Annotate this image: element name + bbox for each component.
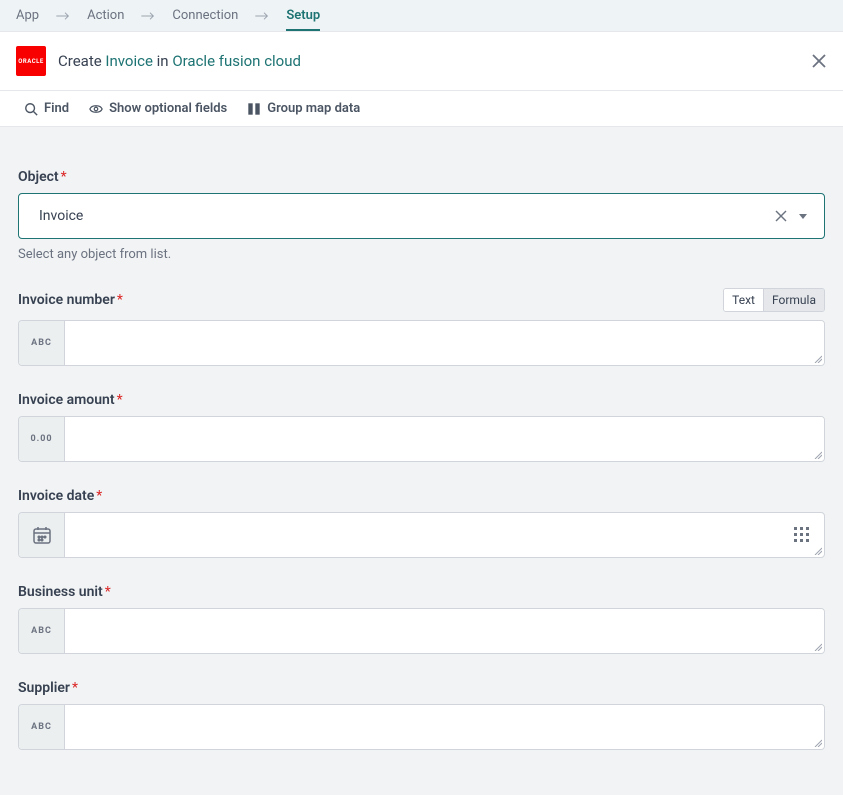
text-type-icon: ABC [19,609,65,653]
resize-grip-icon [812,449,822,459]
mode-text[interactable]: Text [724,289,763,311]
object-link[interactable]: Invoice [105,52,153,70]
app-link[interactable]: Oracle fusion cloud [172,52,301,70]
breadcrumb-item-connection[interactable]: Connection [172,8,238,23]
invoice-date-input[interactable] [65,513,780,557]
invoice-date-input-row [18,512,825,558]
business-unit-input[interactable] [65,609,824,653]
chevron-right-icon [55,9,71,23]
resize-grip-icon [812,737,822,747]
invoice-number-label: Invoice number [18,292,115,308]
invoice-amount-input[interactable] [65,417,824,461]
invoice-date-label: Invoice date [18,488,94,504]
eye-icon [89,102,103,116]
field-supplier: Supplier* ABC [18,680,825,750]
number-type-icon: 0.00 [19,417,65,461]
business-unit-label: Business unit [18,584,103,600]
resize-grip-icon [812,641,822,651]
field-invoice-date: Invoice date* [18,488,825,558]
field-business-unit: Business unit* ABC [18,584,825,654]
object-select-value: Invoice [39,208,770,224]
invoice-amount-label: Invoice amount [18,392,115,408]
step-title: Create Invoice in Oracle fusion cloud [58,52,811,70]
breadcrumb-item-action[interactable]: Action [87,8,124,23]
close-icon[interactable] [811,53,827,69]
mode-toggle: Text Formula [723,288,825,312]
supplier-input-row: ABC [18,704,825,750]
object-label: Object [18,169,59,185]
invoice-amount-input-row: 0.00 [18,416,825,462]
text-type-icon: ABC [19,705,65,749]
mode-formula[interactable]: Formula [763,289,824,311]
chevron-right-icon [140,9,156,23]
clear-icon[interactable] [770,210,792,222]
object-select[interactable]: Invoice [18,193,825,239]
invoice-number-input[interactable] [65,321,824,365]
form-toolbar: Find Show optional fields Group map data [0,91,843,127]
chevron-down-icon[interactable] [792,210,814,222]
field-invoice-amount: Invoice amount* 0.00 [18,392,825,462]
supplier-input[interactable] [65,705,824,749]
object-helper: Select any object from list. [18,247,825,262]
supplier-label: Supplier [18,680,70,696]
field-invoice-number: Invoice number* Text Formula ABC [18,288,825,366]
resize-grip-icon [812,545,822,555]
search-icon [24,102,38,116]
group-icon [247,102,261,116]
oracle-logo: ORACLE [16,46,46,76]
breadcrumb-item-app[interactable]: App [16,8,39,23]
show-optional-fields-button[interactable]: Show optional fields [89,101,227,116]
text-type-icon: ABC [19,321,65,365]
business-unit-input-row: ABC [18,608,825,654]
breadcrumb-item-setup[interactable]: Setup [286,8,320,31]
invoice-number-input-row: ABC [18,320,825,366]
form-area: Object* Invoice Select any object from l… [0,127,843,768]
step-header: ORACLE Create Invoice in Oracle fusion c… [0,32,843,91]
group-map-data-button[interactable]: Group map data [247,101,360,116]
breadcrumb: App Action Connection Setup [0,0,843,32]
find-button[interactable]: Find [24,101,69,116]
calendar-icon [19,513,65,557]
field-object: Object* Invoice Select any object from l… [18,169,825,262]
chevron-right-icon [254,9,270,23]
resize-grip-icon [812,353,822,363]
